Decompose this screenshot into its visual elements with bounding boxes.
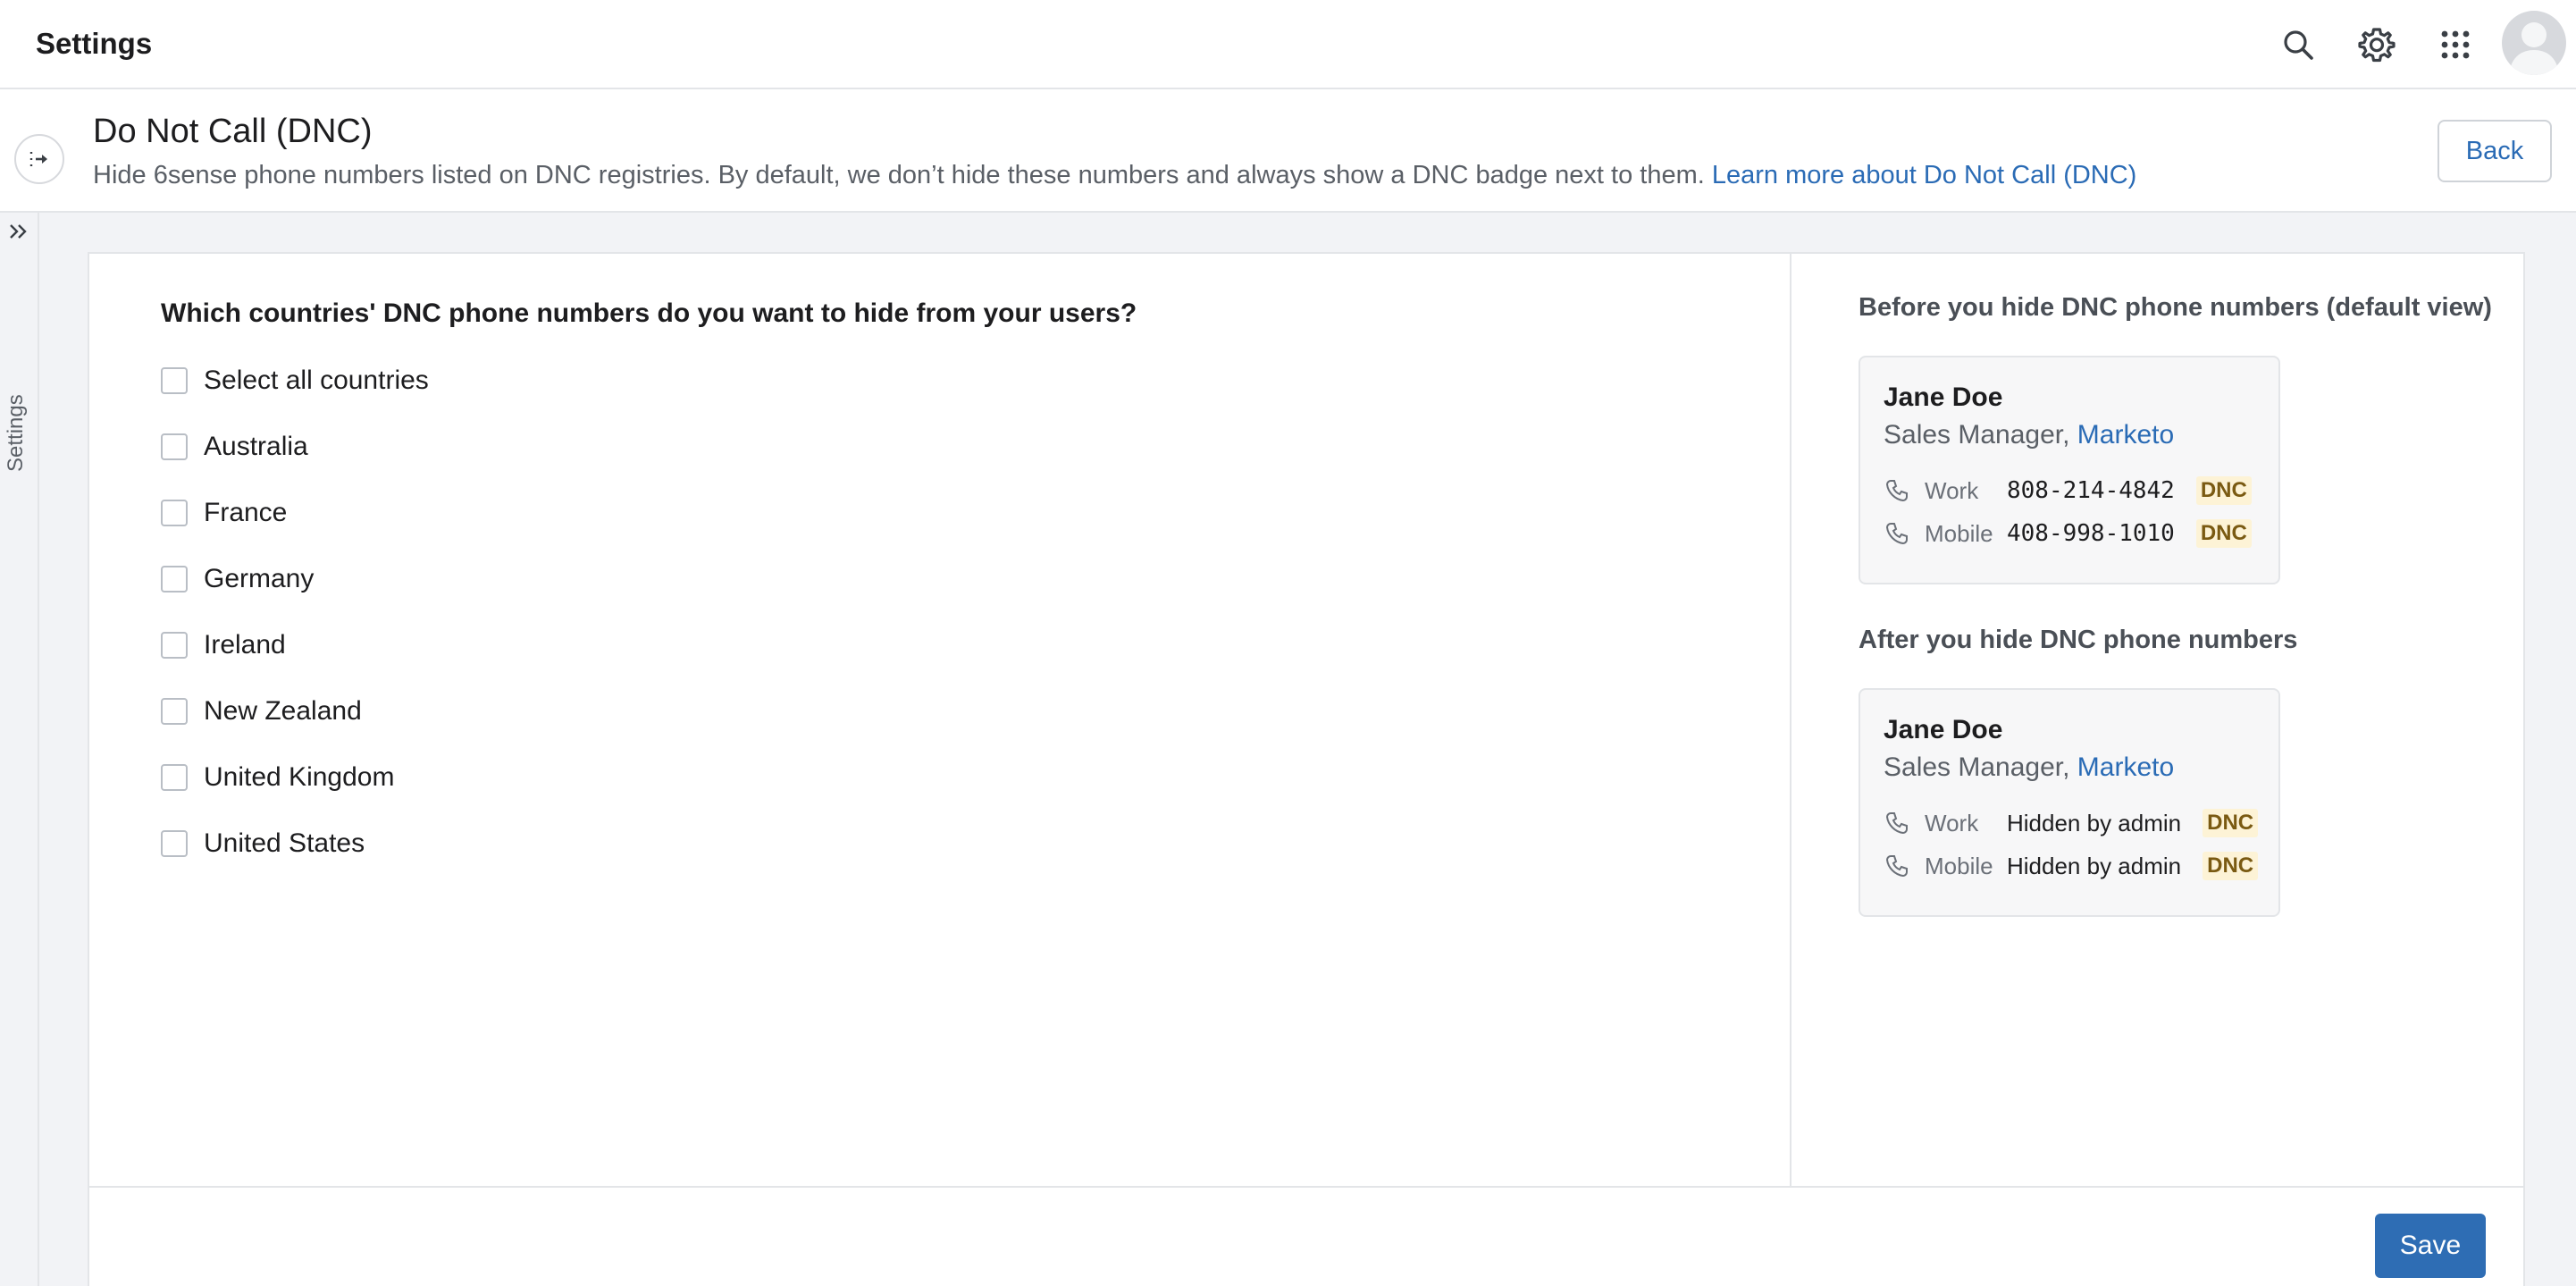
expand-arrow-icon [29,152,47,166]
checkbox-ireland[interactable]: Ireland [161,627,286,663]
phone-row-mobile: Mobile 408-998-1010 DNC [1884,518,2252,549]
after-contact-card: Jane Doe Sales Manager, Marketo Work Hid… [1859,688,2280,917]
phone-row-work: Work Hidden by admin DNC [1884,808,2259,838]
checkbox-australia[interactable]: Australia [161,429,308,465]
phone-icon [1885,812,1908,835]
dnc-badge: DNC [2195,519,2252,548]
contact-role: Sales Manager, Marketo [1884,752,2174,783]
checkbox-label: New Zealand [204,696,362,726]
user-silhouette-icon [2509,22,2559,75]
checkbox-label: Australia [204,432,308,461]
gear-icon[interactable] [2352,20,2402,70]
contact-company-link[interactable]: Marketo [2077,752,2174,782]
phone-hidden-text: Hidden by admin [2007,852,2182,879]
phone-row-work: Work 808-214-4842 DNC [1884,475,2252,506]
side-rail-label: Settings [4,394,28,472]
contact-title: Sales Manager, [1884,420,2077,450]
double-chevron-right-icon[interactable] [5,218,34,247]
phone-row-mobile: Mobile Hidden by admin DNC [1884,851,2259,881]
after-preview-heading: After you hide DNC phone numbers [1859,626,2298,654]
checkbox[interactable] [161,764,188,791]
contact-name: Jane Doe [1884,382,2003,412]
contact-role: Sales Manager, Marketo [1884,420,2174,450]
checkbox-label: Germany [204,564,315,593]
page-description: Hide 6sense phone numbers listed on DNC … [93,161,2136,190]
search-icon[interactable] [2273,20,2323,70]
phone-hidden-text: Hidden by admin [2007,809,2182,836]
checkbox-united-states[interactable]: United States [161,826,365,862]
dnc-badge: DNC [2203,852,2259,880]
before-contact-card: Jane Doe Sales Manager, Marketo Work 808… [1859,356,2280,584]
footer-divider [89,1186,2523,1188]
checkbox[interactable] [161,830,188,857]
checkbox[interactable] [161,698,188,725]
checkbox-label: United Kingdom [204,762,395,792]
contact-title: Sales Manager, [1884,752,2077,782]
learn-more-link[interactable]: Learn more about Do Not Call (DNC) [1712,161,2136,189]
checkbox[interactable] [161,566,188,593]
apps-grid-icon[interactable] [2430,20,2480,70]
dnc-badge: DNC [2203,809,2259,837]
description-text: Hide 6sense phone numbers listed on DNC … [93,161,1712,189]
countries-question: Which countries' DNC phone numbers do yo… [161,298,1137,328]
checkbox[interactable] [161,433,188,460]
back-button[interactable]: Back [2438,120,2552,182]
avatar[interactable] [2502,11,2566,75]
phone-type: Mobile [1925,852,1993,879]
dnc-badge: DNC [2195,476,2252,505]
phone-number: 408-998-1010 [2007,520,2175,547]
phone-type: Work [1925,809,1979,836]
app-title: Settings [36,27,153,60]
checkbox[interactable] [161,367,188,394]
settings-side-rail: Settings [0,213,39,1286]
contact-name: Jane Doe [1884,715,2003,744]
before-preview-heading: Before you hide DNC phone numbers (defau… [1859,293,2492,322]
checkbox[interactable] [161,632,188,659]
column-divider [1790,254,1791,1186]
checkbox-label: United States [204,828,365,858]
checkbox-united-kingdom[interactable]: United Kingdom [161,760,394,795]
phone-icon [1885,855,1908,878]
top-bar: Settings [0,0,2576,89]
phone-type: Mobile [1925,519,1993,547]
checkbox-germany[interactable]: Germany [161,561,314,597]
page-header: Do Not Call (DNC) Hide 6sense phone numb… [0,89,2576,213]
phone-number: 808-214-4842 [2007,477,2175,504]
checkbox[interactable] [161,500,188,526]
checkbox-new-zealand[interactable]: New Zealand [161,693,362,729]
checkbox-select-all[interactable]: Select all countries [161,363,429,399]
checkbox-label: Select all countries [204,366,429,395]
checkbox-label: Ireland [204,630,286,660]
page-title: Do Not Call (DNC) [93,113,373,150]
checkbox-france[interactable]: France [161,495,287,531]
checkbox-label: France [204,498,288,527]
phone-type: Work [1925,476,1979,504]
phone-icon [1885,523,1908,545]
save-button[interactable]: Save [2375,1214,2486,1278]
expand-sidebar-button[interactable] [14,134,64,184]
phone-icon [1885,480,1908,502]
contact-company-link[interactable]: Marketo [2077,420,2174,450]
